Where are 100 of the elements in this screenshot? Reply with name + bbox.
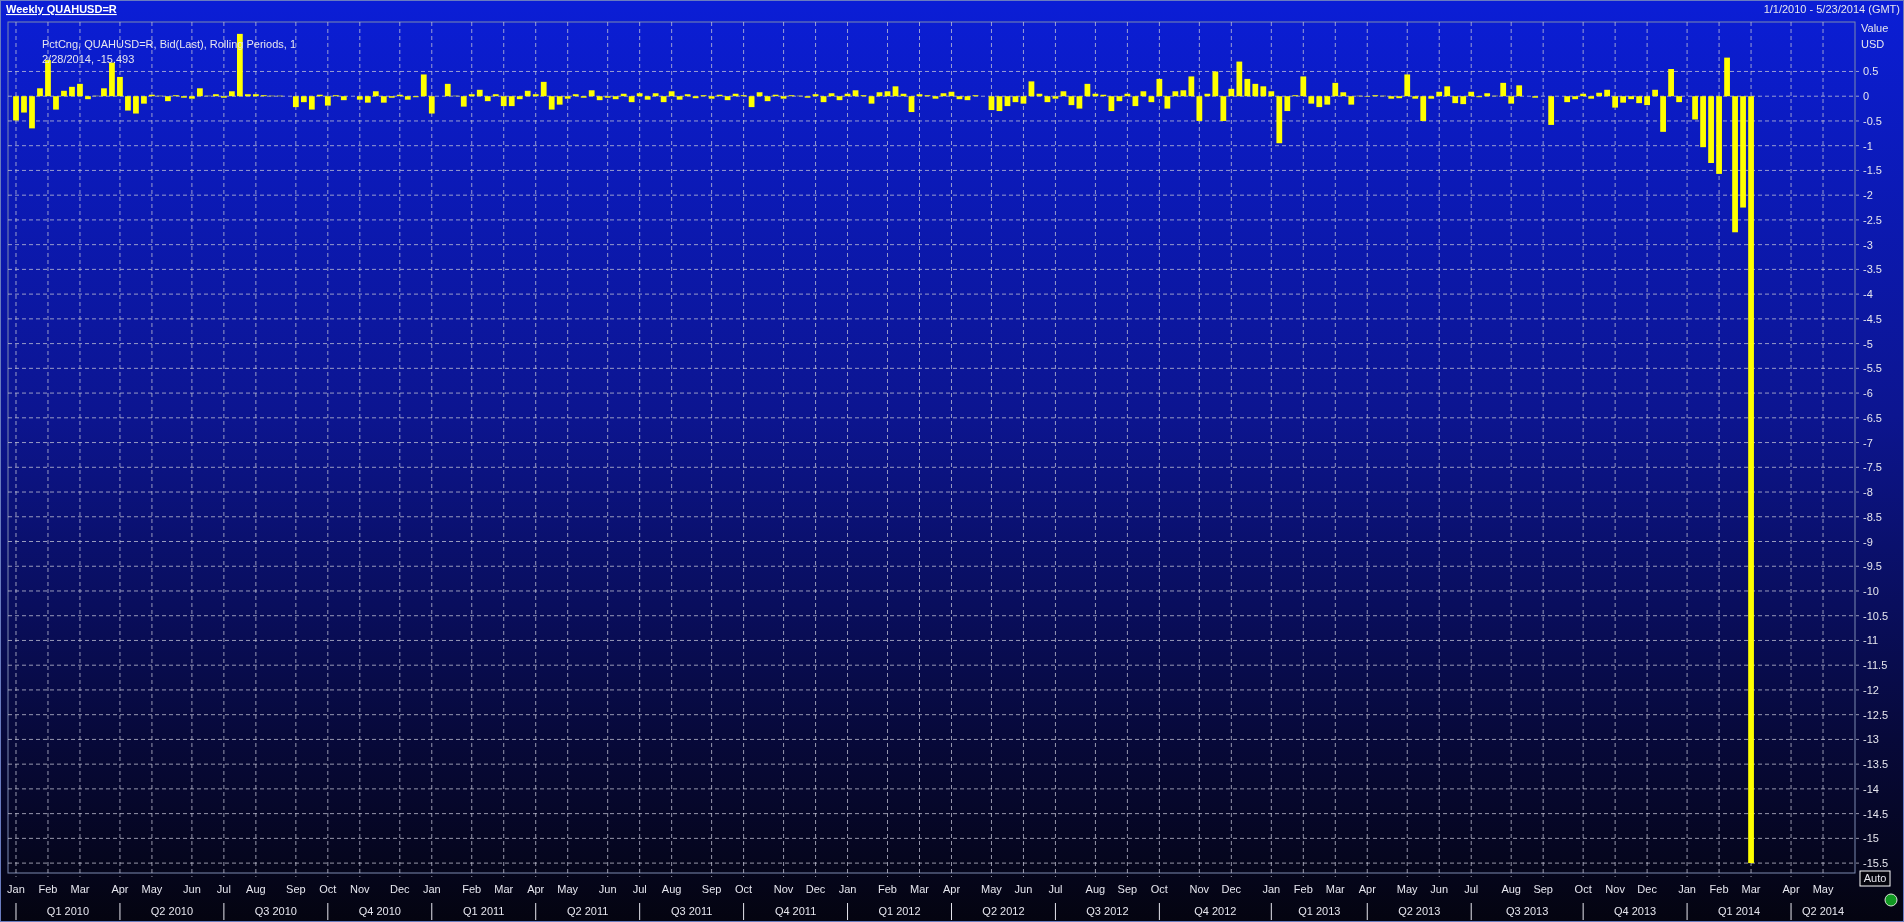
month-label: May <box>141 883 163 895</box>
y-axis-label: -5.5 <box>1863 362 1882 375</box>
month-label: Oct <box>1150 883 1168 895</box>
month-label: Mar <box>1741 883 1761 895</box>
month-label: Sep <box>701 883 722 895</box>
month-label: Jan <box>7 883 25 895</box>
y-axis-label: -10 <box>1863 585 1879 597</box>
month-label: Jul <box>1048 883 1063 895</box>
quarter-label: Q2 2010 <box>150 905 193 917</box>
month-label: Feb <box>878 883 897 895</box>
month-label: Mar <box>1325 883 1345 895</box>
month-label: Oct <box>319 883 337 895</box>
quarter-label: Q2 2011 <box>567 905 609 917</box>
month-label: Apr <box>1782 883 1800 895</box>
quarter-label: Q1 2011 <box>463 905 505 917</box>
month-label: Jun <box>598 883 617 895</box>
y-axis-label: -6 <box>1863 387 1873 400</box>
y-axis-label: -8.5 <box>1863 510 1882 523</box>
month-label: Oct <box>735 883 753 895</box>
quarter-label: Q2 2012 <box>982 905 1025 917</box>
y-axis-label: -9 <box>1863 535 1873 548</box>
month-label: Apr <box>1358 883 1376 895</box>
quarter-label: Q3 2011 <box>670 905 713 917</box>
y-axis-label: -4.5 <box>1863 312 1882 325</box>
date-range: 1/1/2010 - 5/23/2014 (GMT) <box>1763 3 1900 15</box>
month-label: Apr <box>111 883 129 895</box>
month-label: Nov <box>1189 883 1210 895</box>
y-axis-label: -7.5 <box>1863 461 1882 474</box>
quarter-label: Q1 2012 <box>878 905 921 917</box>
month-label: Mar <box>70 883 90 895</box>
month-label: Aug <box>1085 883 1106 895</box>
quarter-label: Q2 2014 <box>1801 905 1845 917</box>
quarter-label: Q4 2013 <box>1614 905 1657 917</box>
window-title[interactable]: Weekly QUAHUSD=R <box>6 3 117 15</box>
auto-scale-button[interactable]: Auto <box>1859 870 1891 887</box>
quarter-label: Q3 2013 <box>1506 905 1549 917</box>
legend-last-value: 2/28/2014, -15.493 <box>42 53 135 65</box>
month-label: Dec <box>805 883 826 895</box>
month-label: May <box>981 883 1002 895</box>
month-label: May <box>557 883 579 895</box>
month-label: Feb <box>1709 883 1729 895</box>
y-axis-label: -9.5 <box>1863 560 1882 573</box>
month-label: Sep <box>1117 883 1138 895</box>
quarter-label: Q4 2011 <box>774 905 817 917</box>
month-label: Jul <box>632 883 647 895</box>
y-axis-label: -11 <box>1863 634 1879 647</box>
y-axis-label: -14.5 <box>1863 807 1889 820</box>
quarter-label: Q1 2013 <box>1298 905 1341 917</box>
y-axis-label: -10.5 <box>1863 609 1889 622</box>
y-axis-label: -2 <box>1863 189 1873 202</box>
quarter-label: Q4 2012 <box>1194 905 1237 917</box>
y-axis-label: -3.5 <box>1863 263 1882 276</box>
quarter-label: Q4 2010 <box>358 905 401 917</box>
y-axis-label: -8 <box>1863 486 1873 499</box>
month-label: Dec <box>1637 883 1657 895</box>
y-axis-label: -13 <box>1863 733 1879 746</box>
quarter-label: Q3 2012 <box>1086 905 1129 917</box>
y-axis-label: -3 <box>1863 238 1873 251</box>
month-label: Jan <box>1262 883 1281 895</box>
month-label: Feb <box>462 883 482 895</box>
month-label: Dec <box>390 883 410 895</box>
month-label: Jul <box>1464 883 1479 895</box>
y-axis-label: -12.5 <box>1863 708 1889 721</box>
month-label: Mar <box>910 883 929 895</box>
y-axis-label: -4 <box>1863 288 1873 301</box>
y-axis-label: -5 <box>1863 337 1873 350</box>
y-axis-label: -2.5 <box>1863 213 1882 226</box>
month-label: Sep <box>286 883 306 895</box>
y-axis-label: -14 <box>1863 782 1879 795</box>
y-axis-label: -7 <box>1863 436 1873 449</box>
month-label: Feb <box>1293 883 1313 895</box>
axis-unit: USD <box>1861 38 1885 50</box>
quarter-label: Q1 2014 <box>1717 905 1761 917</box>
y-axis-label: -11.5 <box>1863 659 1888 672</box>
month-label: Jan <box>838 883 857 895</box>
y-axis-label: -13.5 <box>1863 758 1889 771</box>
month-label: Aug <box>1501 883 1521 895</box>
month-label: Jun <box>1014 883 1033 895</box>
month-label: Nov <box>350 883 370 895</box>
month-label: Aug <box>661 883 682 895</box>
quarter-label: Q1 2010 <box>46 905 90 917</box>
y-axis-label: -1 <box>1863 139 1873 152</box>
y-axis-label: -12 <box>1863 683 1879 696</box>
y-axis-label: -6.5 <box>1863 411 1882 424</box>
month-label: Nov <box>773 883 794 895</box>
month-label: May <box>1396 883 1418 895</box>
month-label: Apr <box>527 883 545 895</box>
quarter-label: Q3 2010 <box>254 905 297 917</box>
month-label: Sep <box>1533 883 1553 895</box>
axis-title: Value <box>1861 22 1889 34</box>
y-axis-label: -15 <box>1863 832 1879 845</box>
month-label: May <box>1812 883 1834 895</box>
month-label: Mar <box>494 883 514 895</box>
y-axis-label: 0 <box>1863 90 1870 103</box>
month-label: Jul <box>216 883 231 895</box>
y-axis-label: -0.5 <box>1863 114 1882 127</box>
month-label: Aug <box>246 883 266 895</box>
month-label: Jun <box>1430 883 1449 895</box>
month-label: Jun <box>183 883 201 895</box>
y-axis-label: 0.5 <box>1863 65 1879 78</box>
